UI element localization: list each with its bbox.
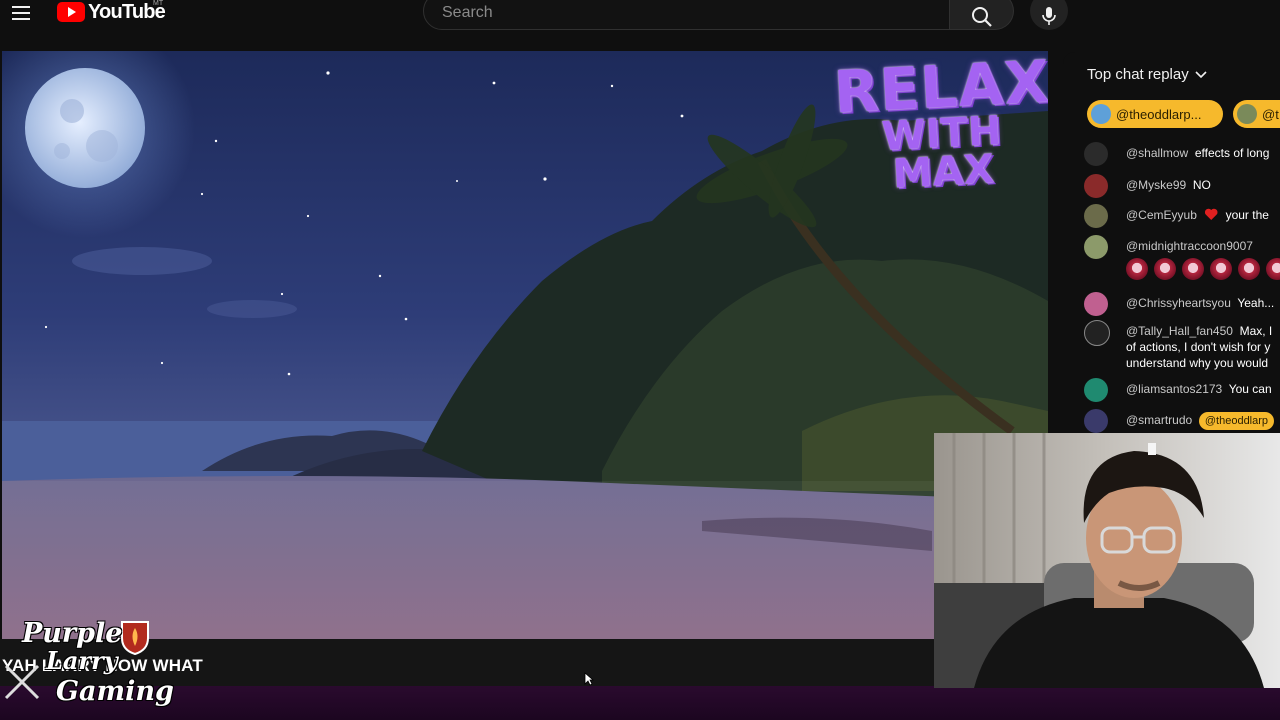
chat-author[interactable]: @liamsantos2173	[1126, 382, 1222, 396]
video-player[interactable]: RELAX WITH MAX	[2, 51, 1048, 639]
pinned-chip-1[interactable]: @theoddlarp...	[1087, 100, 1223, 128]
chip-label: @t	[1262, 106, 1279, 122]
chat-author[interactable]: @CemEyyub	[1126, 208, 1197, 222]
badge-line-1: Purple	[22, 618, 123, 649]
chat-author[interactable]: @midnightraccoon9007	[1126, 239, 1253, 253]
search-input[interactable]	[440, 0, 924, 26]
chevron-down-icon	[1195, 70, 1207, 78]
top-bar: YouTube MT	[0, 0, 1280, 34]
youtube-play-icon	[57, 2, 85, 22]
shield-icon	[121, 621, 149, 656]
chip-label: @theoddlarp...	[1116, 106, 1202, 122]
emote-icon	[1210, 258, 1232, 280]
mouse-cursor-icon	[584, 672, 594, 686]
avatar	[1091, 104, 1111, 124]
avatar	[1084, 292, 1108, 316]
emote-icon	[1182, 258, 1204, 280]
chat-text: your the	[1225, 208, 1269, 222]
chat-text-line-2: of actions, I don't wish for y	[1126, 340, 1271, 354]
streamer-webcam-image	[934, 433, 1280, 688]
chat-author[interactable]: @smartrudo	[1126, 413, 1192, 427]
hamburger-icon[interactable]	[10, 2, 34, 22]
mention-chip[interactable]: @theoddlarp	[1198, 412, 1275, 430]
mic-icon	[1042, 7, 1056, 25]
relax-with-max-logo: RELAX WITH MAX	[832, 51, 1048, 198]
badge-line-2: Larry	[46, 646, 118, 675]
avatar	[1084, 409, 1108, 433]
emote-icon	[1238, 258, 1260, 280]
voice-search-button[interactable]	[1030, 0, 1068, 30]
emote-icon	[1266, 258, 1280, 280]
search-box	[423, 0, 950, 30]
avatar	[1084, 204, 1108, 228]
logo-country-code: MT	[153, 0, 164, 7]
avatar	[1084, 174, 1108, 198]
chat-text: effects of long	[1194, 146, 1270, 160]
emote-icon	[1154, 258, 1176, 280]
search-icon	[971, 7, 992, 27]
youtube-logo[interactable]: YouTube	[57, 1, 166, 23]
avatar	[1084, 142, 1108, 166]
stream-overlay-bar	[0, 686, 1280, 720]
webcam-overlay	[934, 433, 1280, 688]
avatar	[1084, 320, 1110, 346]
chat-text: NO	[1192, 178, 1211, 192]
chat-text: Yeah...	[1237, 296, 1275, 310]
chat-text: Max, I	[1239, 324, 1273, 338]
chat-text: You can	[1228, 382, 1272, 396]
chat-author[interactable]: @shallmow	[1126, 146, 1188, 160]
chat-author[interactable]: @Myske99	[1126, 178, 1186, 192]
crossed-swords-icon	[4, 664, 40, 700]
emote-icon	[1126, 258, 1148, 280]
chat-mode-dropdown[interactable]: Top chat replay	[1087, 66, 1207, 83]
avatar	[1084, 235, 1108, 259]
badge-line-3: Gaming	[56, 676, 174, 707]
pinned-chip-2[interactable]: @t	[1233, 100, 1280, 128]
chat-author[interactable]: @Chrissyheartsyou	[1126, 296, 1231, 310]
avatar	[1237, 104, 1257, 124]
search-button[interactable]	[950, 0, 1014, 30]
chat-header-label: Top chat replay	[1087, 66, 1189, 83]
purple-larry-gaming-badge: Purple Larry Gaming	[4, 618, 174, 714]
heart-emoji-icon	[1204, 207, 1218, 221]
chat-text-line-3: understand why you would	[1126, 356, 1269, 370]
avatar	[1084, 378, 1108, 402]
live-chat-panel: Top chat replay @theoddlarp... @t @shall…	[1063, 52, 1280, 434]
chat-author[interactable]: @Tally_Hall_fan450	[1126, 324, 1233, 338]
